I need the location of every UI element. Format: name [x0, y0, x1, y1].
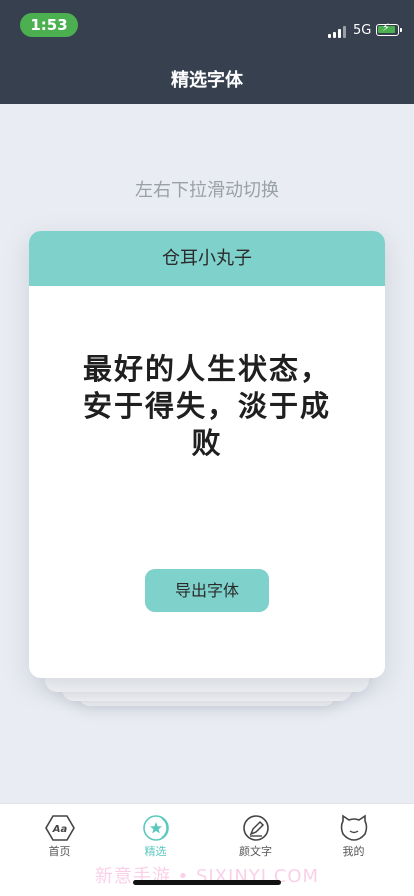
tab-featured[interactable]: 精选 [104, 804, 207, 864]
battery-icon: ⚡ [376, 22, 402, 36]
tab-profile-label: 我的 [342, 845, 365, 858]
star-icon [143, 815, 169, 841]
status-bar: 1:53 5G ⚡ [0, 0, 414, 50]
font-preview-text: 最好的人生状态，安于得失，淡于成败 [82, 352, 331, 460]
tab-profile[interactable]: 我的 [302, 804, 405, 864]
tab-home-label: 首页 [48, 845, 71, 858]
tab-kaomoji-label: 颜文字 [239, 845, 272, 858]
export-font-button[interactable]: 导出字体 [145, 569, 269, 612]
signal-icon [328, 26, 346, 38]
home-indicator[interactable] [133, 880, 281, 885]
cat-face-icon [340, 814, 368, 841]
pen-icon [243, 815, 269, 841]
font-card[interactable]: 仓耳小丸子 最好的人生状态，安于得失，淡于成败 导出字体 [29, 231, 385, 678]
status-time: 1:53 [20, 13, 78, 37]
header-bar: 1:53 5G ⚡ 精选字体 [0, 0, 414, 104]
tab-kaomoji[interactable]: 颜文字 [204, 804, 307, 864]
page-title: 精选字体 [171, 70, 243, 91]
font-name: 仓耳小丸子 [29, 231, 385, 286]
network-type: 5G [353, 23, 372, 38]
tab-home[interactable]: Aa 首页 [8, 804, 111, 864]
tab-featured-label: 精选 [144, 845, 167, 858]
svg-text:Aa: Aa [52, 824, 68, 835]
font-aa-icon: Aa [45, 815, 75, 841]
swipe-hint: 左右下拉滑动切换 [135, 180, 279, 201]
